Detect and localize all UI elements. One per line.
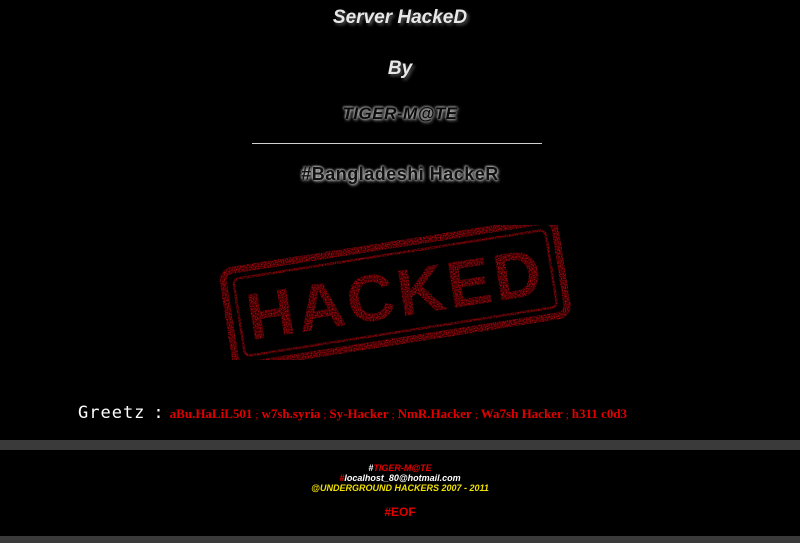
page-title: Server HackeD: [332, 7, 468, 28]
footer-band-top: [0, 440, 800, 450]
greet-name: NmR.Hacker: [397, 406, 472, 421]
greetz-list: aBu.HaLiL501; w7sh.syria; Sy-Hacker; NmR.Ha…: [170, 406, 627, 422]
hacked-stamp-image: HACKED: [205, 225, 585, 360]
eof-label: #EOF: [384, 505, 416, 519]
footer-copyright: @UNDERGROUND HACKERS 2007 - 2011: [311, 483, 489, 493]
stamp-text: HACKED: [241, 234, 549, 354]
greetz-label: Greetz: [78, 403, 146, 423]
greet-name: aBu.HaLiL501: [169, 406, 253, 421]
greet-name: h311 c0d3: [571, 406, 628, 421]
greetz-colon: :: [153, 403, 164, 423]
by-label: By: [387, 58, 413, 79]
footer: #TIGER-M@TE #localhost_80@hotmail.com @U…: [0, 463, 800, 493]
tagline: #Bangladeshi HackeR: [301, 164, 499, 184]
greet-separator: ;: [565, 409, 569, 421]
greet-separator: ;: [474, 409, 478, 421]
greet-name: Wa7sh Hacker: [480, 406, 563, 421]
footer-team: TIGER-M@TE: [373, 463, 432, 473]
divider: [252, 143, 542, 144]
greet-name: w7sh.syria: [261, 406, 321, 421]
greet-separator: ;: [255, 409, 259, 421]
footer-band-bottom: [0, 536, 800, 543]
greet-separator: ;: [391, 409, 395, 421]
greet-name: Sy-Hacker: [329, 406, 389, 421]
author-name: TIGER-M@TE: [342, 104, 458, 123]
greet-separator: ;: [323, 409, 327, 421]
stamp-graphic: HACKED: [219, 225, 571, 360]
footer-email: localhost_80@hotmail.com: [344, 473, 461, 483]
footer-team-line: #TIGER-M@TE: [0, 463, 800, 473]
greetz-row: Greetz : aBu.HaLiL501; w7sh.syria; Sy-Hack…: [78, 403, 627, 429]
footer-email-line: #localhost_80@hotmail.com: [0, 473, 800, 483]
